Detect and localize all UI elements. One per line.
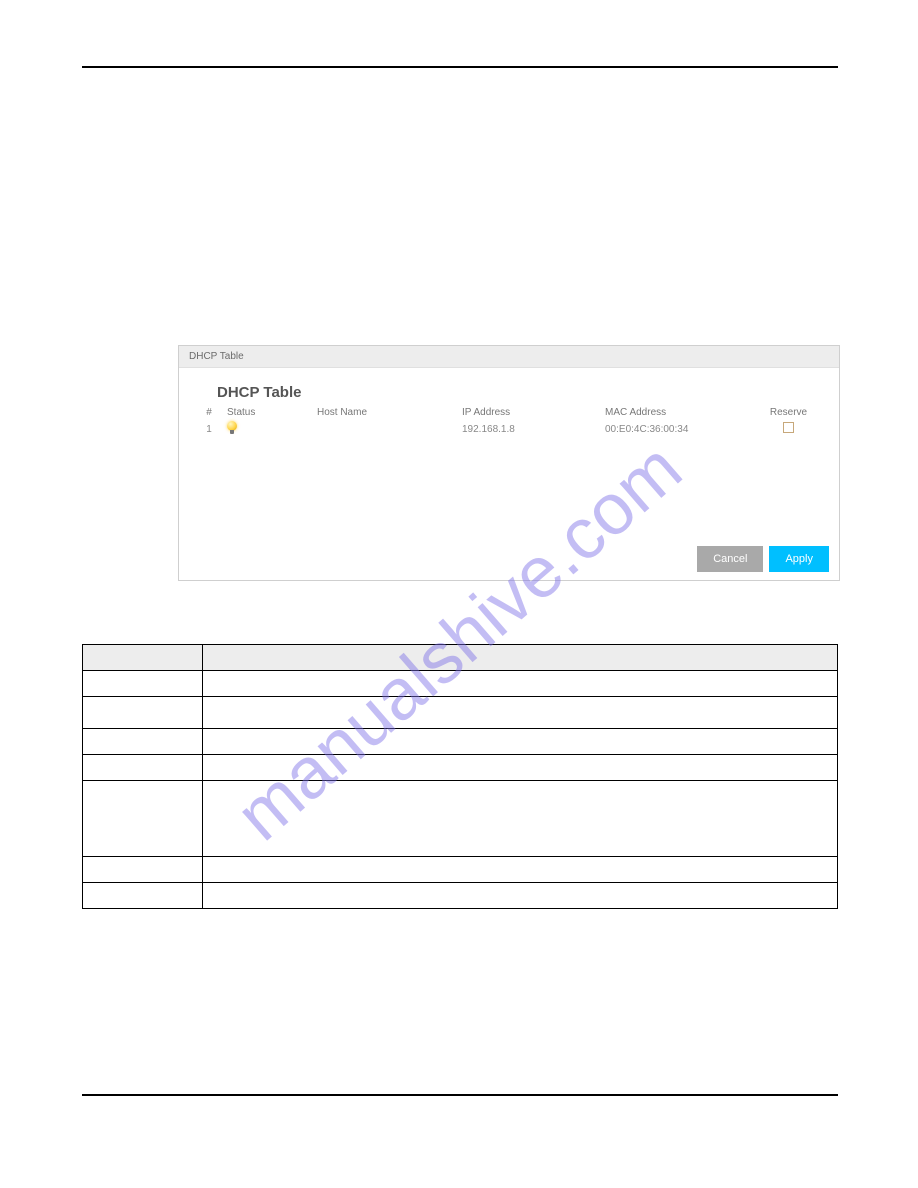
desc-text [203, 857, 838, 883]
cancel-button[interactable]: Cancel [697, 546, 763, 572]
desc-text [203, 729, 838, 755]
description-table [82, 644, 838, 909]
col-ip-header: IP Address [462, 407, 605, 418]
page: DHCP Table DHCP Table # Status Host Name… [0, 0, 918, 1188]
desc-text [203, 781, 838, 857]
col-index-header: # [191, 407, 227, 418]
col-mac-header: MAC Address [605, 407, 760, 418]
col-reserve-header: Reserve [760, 407, 817, 418]
dhcp-panel-header: DHCP Table [179, 346, 839, 368]
cell-ip: 192.168.1.8 [462, 424, 605, 435]
desc-label [83, 755, 203, 781]
desc-text [203, 671, 838, 697]
desc-label [83, 857, 203, 883]
desc-label [83, 697, 203, 729]
desc-text [203, 883, 838, 909]
cell-mac: 00:E0:4C:36:00:34 [605, 424, 760, 435]
desc-text [203, 755, 838, 781]
col-status-header: Status [227, 407, 317, 418]
cell-status [227, 421, 317, 438]
desc-text [203, 697, 838, 729]
reserve-checkbox[interactable] [783, 422, 794, 433]
desc-header-description [203, 645, 838, 671]
dhcp-panel: DHCP Table DHCP Table # Status Host Name… [178, 345, 840, 581]
apply-button[interactable]: Apply [769, 546, 829, 572]
desc-label [83, 671, 203, 697]
desc-label [83, 729, 203, 755]
desc-label [83, 781, 203, 857]
desc-label [83, 883, 203, 909]
table-row: 1 192.168.1.8 00:E0:4C:36:00:34 [191, 420, 817, 438]
desc-header-label [83, 645, 203, 671]
lightbulb-icon [227, 421, 237, 435]
cell-reserve [760, 422, 817, 436]
bottom-rule [82, 1094, 838, 1096]
top-rule [82, 66, 838, 68]
cell-index: 1 [191, 424, 227, 435]
col-host-header: Host Name [317, 407, 462, 418]
dhcp-panel-title: DHCP Table [217, 384, 817, 401]
dhcp-columns: # Status Host Name IP Address MAC Addres… [191, 407, 817, 418]
